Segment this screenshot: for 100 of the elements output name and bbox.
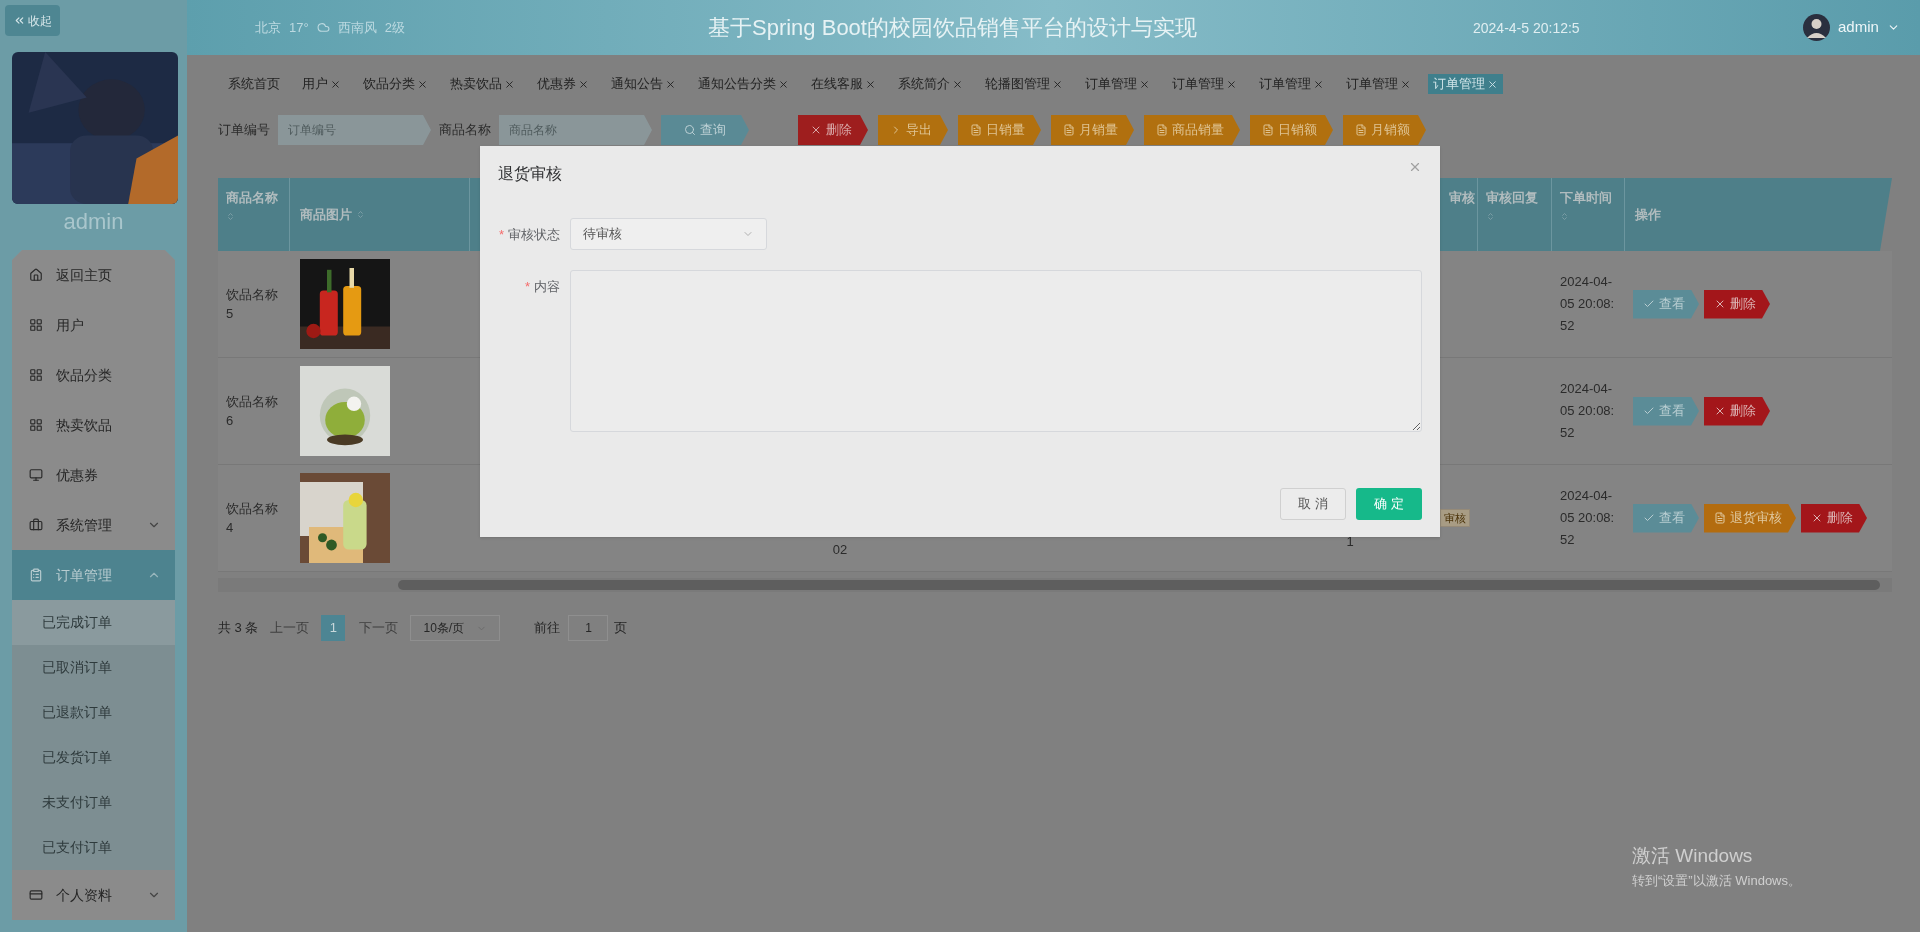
- close-icon[interactable]: [1139, 78, 1150, 90]
- close-icon[interactable]: [665, 78, 676, 90]
- menu-item[interactable]: 个人资料: [12, 870, 175, 920]
- page-tab[interactable]: 订单管理: [1428, 74, 1503, 94]
- monitor-icon: [29, 468, 43, 482]
- menu-item[interactable]: 订单管理: [12, 550, 175, 600]
- document-icon: [1714, 512, 1726, 524]
- submenu-item[interactable]: 已退款订单: [12, 690, 175, 735]
- username: admin: [62, 208, 125, 236]
- column-header: 审核回复: [1486, 189, 1539, 207]
- weather-wind-level: 2级: [384, 18, 405, 37]
- menu-item[interactable]: 返回主页: [12, 250, 175, 300]
- search-field[interactable]: 商品名称: [499, 115, 652, 145]
- datetime: 2024-4-5 20:12:5: [1473, 19, 1580, 36]
- weather-city: 北京: [255, 18, 281, 37]
- close-icon[interactable]: [1487, 78, 1498, 90]
- export-button[interactable]: 导出: [878, 115, 948, 145]
- page-tab[interactable]: 订单管理: [1080, 74, 1155, 94]
- field-label: 订单编号: [218, 121, 270, 140]
- close-icon: [1811, 512, 1823, 524]
- submenu-item[interactable]: 已支付订单: [12, 825, 175, 870]
- status-tag: 审核: [1440, 508, 1470, 528]
- view-button[interactable]: 查看: [1633, 396, 1699, 426]
- submenu-item[interactable]: 未支付订单: [12, 780, 175, 825]
- document-icon: [1156, 124, 1168, 136]
- view-button[interactable]: 查看: [1633, 289, 1699, 319]
- delete-button[interactable]: 删除: [1704, 396, 1770, 426]
- weather-temperature: 17°: [289, 18, 309, 37]
- report-button[interactable]: 日销量: [958, 115, 1041, 145]
- report-button[interactable]: 月销额: [1343, 115, 1426, 145]
- report-button[interactable]: 月销量: [1051, 115, 1134, 145]
- page-tab[interactable]: 轮播图管理: [980, 74, 1068, 94]
- column-header: 下单时间: [1560, 189, 1613, 207]
- column-header: 商品图片: [300, 205, 352, 224]
- check-icon: [1643, 405, 1655, 417]
- review-button[interactable]: 退货审核: [1704, 503, 1796, 533]
- goto-page-field[interactable]: 1: [568, 615, 609, 641]
- status-select[interactable]: 待审核: [570, 218, 767, 250]
- document-icon: [1355, 124, 1367, 136]
- delete-button[interactable]: 删除: [798, 115, 868, 145]
- total-count: 共 3 条: [218, 619, 259, 638]
- page-tab[interactable]: 热卖饮品: [445, 74, 520, 94]
- confirm-button[interactable]: 确 定: [1356, 488, 1422, 520]
- goto-label: 前往: [534, 619, 561, 638]
- user-menu[interactable]: admin: [1803, 14, 1900, 41]
- collapse-button[interactable]: 收起: [5, 5, 60, 36]
- horizontal-scrollbar[interactable]: [218, 578, 1892, 592]
- page-tab[interactable]: 饮品分类: [358, 74, 433, 94]
- sort-icon: [226, 211, 235, 221]
- close-icon[interactable]: [1226, 78, 1237, 90]
- close-icon[interactable]: [578, 78, 589, 90]
- menu-item[interactable]: 优惠券: [12, 450, 175, 500]
- page-tab[interactable]: 优惠券: [532, 74, 594, 94]
- app-title: 基于Spring Boot的校园饮品销售平台的设计与实现: [708, 15, 1197, 40]
- submenu-item[interactable]: 已取消订单: [12, 645, 175, 690]
- card-icon: [29, 888, 43, 902]
- close-icon[interactable]: [1400, 78, 1411, 90]
- close-icon[interactable]: [778, 78, 789, 90]
- table-cell-text: 2024-04-05 20:08:52: [1560, 487, 1616, 549]
- cancel-button[interactable]: 取 消: [1280, 488, 1346, 520]
- page-tab[interactable]: 订单管理: [1341, 74, 1416, 94]
- report-button[interactable]: 日销额: [1250, 115, 1333, 145]
- table-cell-text: 饮品名称5: [226, 286, 279, 323]
- close-icon[interactable]: [952, 78, 963, 90]
- close-icon[interactable]: [330, 78, 341, 90]
- page-tab[interactable]: 在线客服: [806, 74, 881, 94]
- close-icon[interactable]: [1313, 78, 1324, 90]
- grid-icon: [29, 418, 43, 432]
- page-tab[interactable]: 系统简介: [893, 74, 968, 94]
- report-button[interactable]: 商品销量: [1144, 115, 1240, 145]
- page-size-select[interactable]: 10条/页: [410, 615, 501, 641]
- search-icon: [684, 124, 696, 136]
- submenu-item[interactable]: 已发货订单: [12, 735, 175, 780]
- close-icon[interactable]: [865, 78, 876, 90]
- activation-subtitle: 转到“设置”以激活 Windows。: [1632, 871, 1801, 890]
- page-tab[interactable]: 系统首页: [223, 74, 285, 94]
- close-icon[interactable]: [1408, 160, 1422, 174]
- close-icon[interactable]: [417, 78, 428, 90]
- grid-icon: [29, 368, 43, 382]
- document-icon: [1262, 124, 1274, 136]
- page-button[interactable]: 1: [321, 615, 346, 641]
- close-icon[interactable]: [504, 78, 515, 90]
- delete-button[interactable]: 删除: [1704, 289, 1770, 319]
- menu-item[interactable]: 用户: [12, 300, 175, 350]
- menu-item[interactable]: 饮品分类: [12, 350, 175, 400]
- page-tab[interactable]: 用户: [297, 74, 346, 94]
- page-tab[interactable]: 订单管理: [1254, 74, 1329, 94]
- submenu-item[interactable]: 已完成订单: [12, 600, 175, 645]
- check-icon: [1643, 298, 1655, 310]
- page-tab[interactable]: 订单管理: [1167, 74, 1242, 94]
- view-button[interactable]: 查看: [1633, 503, 1699, 533]
- menu-item[interactable]: 系统管理: [12, 500, 175, 550]
- document-icon: [970, 124, 982, 136]
- search-button[interactable]: 查询: [661, 115, 749, 145]
- page-tab[interactable]: 通知公告分类: [693, 74, 794, 94]
- delete-button[interactable]: 删除: [1801, 503, 1867, 533]
- page-tab[interactable]: 通知公告: [606, 74, 681, 94]
- close-icon[interactable]: [1052, 78, 1063, 90]
- avatar-icon: [1803, 14, 1830, 41]
- menu-item[interactable]: 热卖饮品: [12, 400, 175, 450]
